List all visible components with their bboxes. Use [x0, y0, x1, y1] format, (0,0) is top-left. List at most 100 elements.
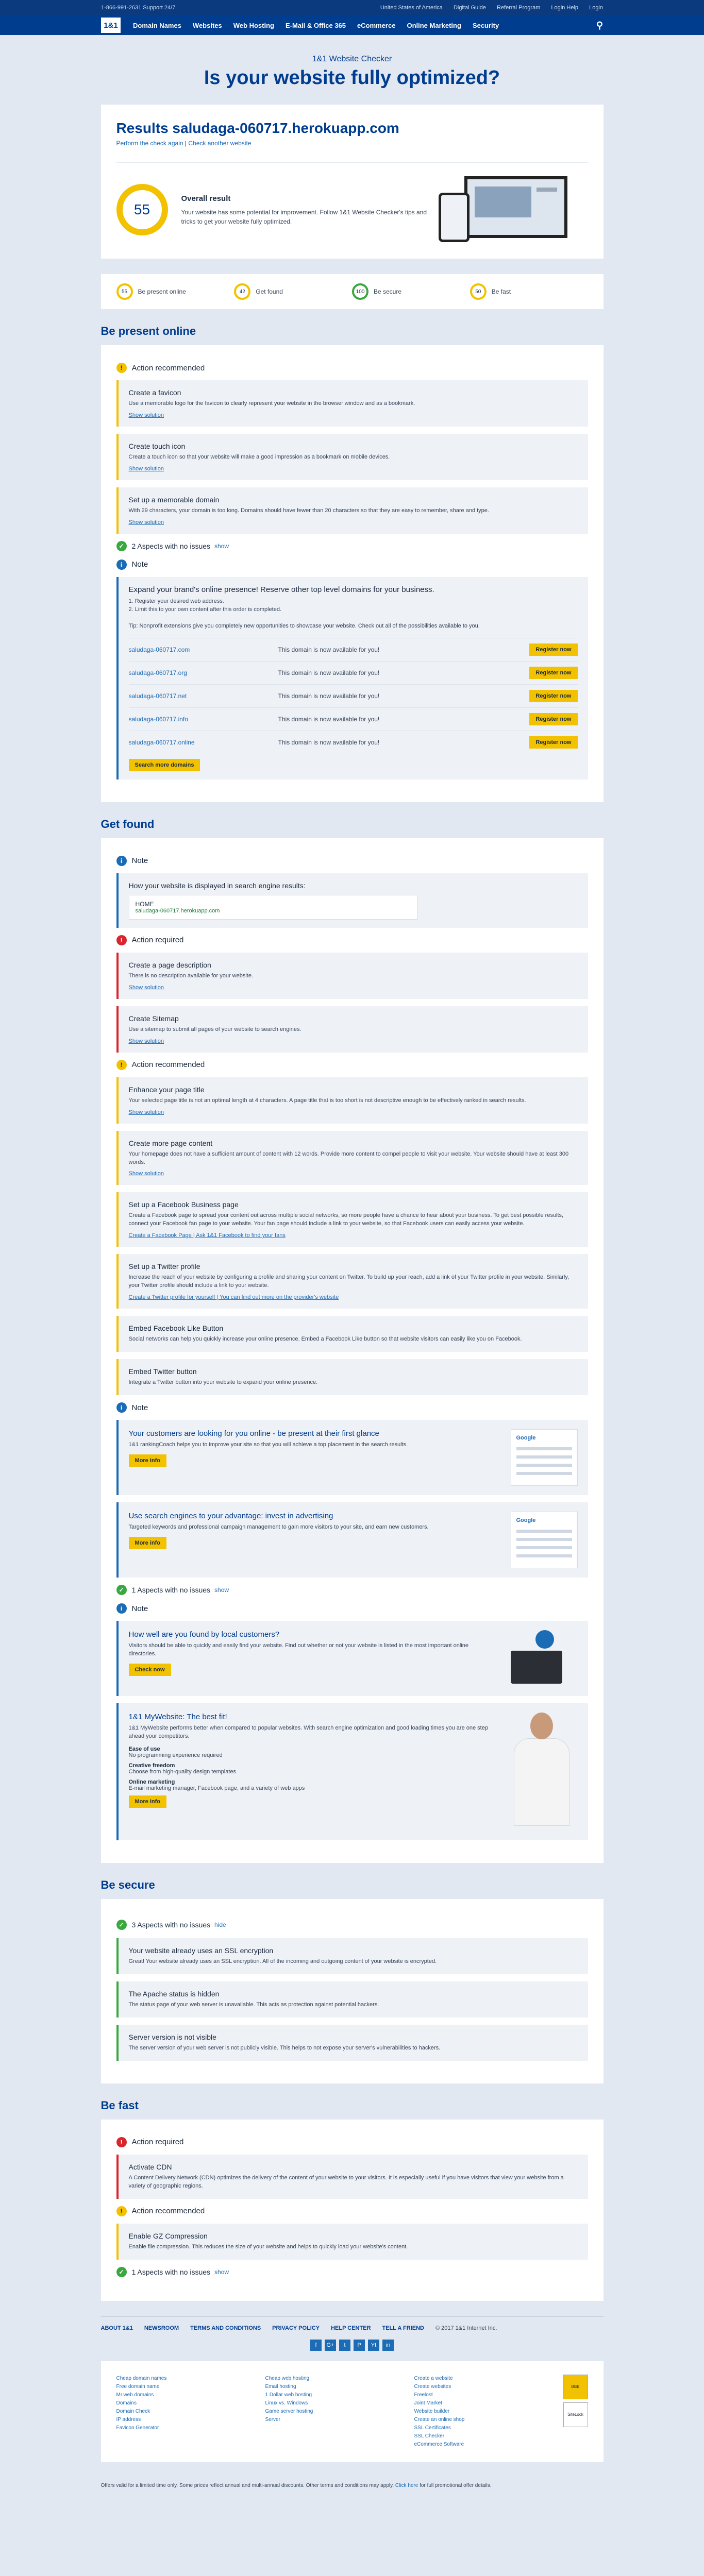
- nav-ecommerce[interactable]: eCommerce: [357, 22, 395, 29]
- login-link[interactable]: Login: [589, 5, 603, 11]
- footer-link[interactable]: Website builder: [414, 2408, 563, 2416]
- search-icon[interactable]: ⚲: [596, 20, 603, 31]
- fine-print-link[interactable]: Click here: [395, 2483, 418, 2488]
- referral-link[interactable]: Referral Program: [497, 5, 540, 11]
- check-now-button[interactable]: Check now: [128, 1663, 171, 1676]
- footer-link-about[interactable]: ABOUT 1&1: [101, 2325, 133, 2331]
- footer-link[interactable]: SSL Certificates: [414, 2424, 563, 2432]
- nav-online-marketing[interactable]: Online Marketing: [407, 22, 461, 29]
- footer-link[interactable]: Mr.web domains: [116, 2391, 265, 2399]
- footer-link[interactable]: Domain Check: [116, 2408, 265, 2416]
- footer-link[interactable]: Joint Market: [414, 2399, 563, 2408]
- feature-item: Creative freedom Choose from high-quality…: [129, 1762, 490, 1775]
- bbb-badge[interactable]: BBB: [563, 2374, 588, 2399]
- register-button[interactable]: Register now: [529, 713, 578, 725]
- footer-link-privacy[interactable]: PRIVACY POLICY: [272, 2325, 320, 2331]
- nav-web-hosting[interactable]: Web Hosting: [233, 22, 274, 29]
- show-toggle[interactable]: show: [214, 543, 229, 550]
- register-button[interactable]: Register now: [529, 643, 578, 656]
- register-button[interactable]: Register now: [529, 736, 578, 749]
- facebook-links[interactable]: Create a Facebook Page | Ask 1&1 Faceboo…: [129, 1232, 286, 1239]
- footer-link[interactable]: Linux vs. Windows: [265, 2399, 414, 2408]
- show-solution-link[interactable]: Show solution: [129, 985, 164, 991]
- show-solution-link[interactable]: Show solution: [129, 1171, 164, 1177]
- summary-present[interactable]: 55 Be present online: [116, 283, 234, 300]
- google-plus-icon[interactable]: G+: [325, 2339, 336, 2351]
- domain-row: saludaga-060717.online This domain is now…: [128, 730, 578, 754]
- digital-guide-link[interactable]: Digital Guide: [454, 5, 486, 11]
- more-info-button[interactable]: More info: [128, 1795, 166, 1808]
- sitelock-badge[interactable]: SiteLock: [563, 2402, 588, 2427]
- footer-link[interactable]: 1 Dollar web hosting: [265, 2391, 414, 2399]
- summary-score-ring: 42: [234, 283, 251, 300]
- summary-found[interactable]: 42 Get found: [234, 283, 352, 300]
- country-selector[interactable]: United States of America: [380, 5, 443, 11]
- footer-link[interactable]: Create an online shop: [414, 2416, 563, 2424]
- domain-availability: This domain is now available for you!: [278, 646, 380, 653]
- passed-text: Great! Your website already uses an SSL …: [128, 1958, 437, 1965]
- login-help-link[interactable]: Login Help: [551, 5, 578, 11]
- twitter-links[interactable]: Create a Twitter profile for yourself | …: [129, 1294, 339, 1300]
- nav-email-office[interactable]: E-Mail & Office 365: [286, 22, 346, 29]
- footer-link[interactable]: eCommerce Software: [414, 2441, 563, 2449]
- link-separator: |: [185, 140, 187, 147]
- pinterest-icon[interactable]: P: [354, 2339, 365, 2351]
- google-label: Google: [516, 1435, 536, 1442]
- fast-card: ! Action required Activate CDN A Content D…: [100, 2119, 604, 2301]
- more-info-button[interactable]: More info: [128, 1454, 166, 1467]
- phone-illustration: [438, 193, 470, 242]
- support-phone[interactable]: 1-866-991-2631 Support 24/7: [101, 5, 175, 11]
- error-icon: !: [116, 2137, 127, 2147]
- domain-row: saludaga-060717.org This domain is now av…: [128, 660, 578, 684]
- footer-link[interactable]: Domains: [116, 2399, 265, 2408]
- search-more-domains-button[interactable]: Search more domains: [128, 758, 200, 771]
- passed-item: Your website already uses an SSL encrypt…: [116, 1938, 588, 1974]
- footer-link-newsroom[interactable]: NEWSROOM: [144, 2325, 179, 2331]
- show-solution-link[interactable]: Show solution: [129, 519, 164, 526]
- footer-link[interactable]: Email hosting: [265, 2383, 414, 2391]
- hide-toggle[interactable]: hide: [214, 1921, 226, 1928]
- youtube-icon[interactable]: Yt: [368, 2339, 379, 2351]
- show-solution-link[interactable]: Show solution: [129, 1109, 164, 1115]
- check-another-link[interactable]: Check another website: [188, 140, 251, 147]
- footer-link[interactable]: Game server hosting: [265, 2408, 414, 2416]
- domain-availability: This domain is now available for you!: [278, 692, 380, 700]
- show-solution-link[interactable]: Show solution: [129, 466, 164, 472]
- footer-link[interactable]: Server: [265, 2416, 414, 2424]
- nav-websites[interactable]: Websites: [193, 22, 222, 29]
- footer-link[interactable]: IP address: [116, 2416, 265, 2424]
- recheck-link[interactable]: Perform the check again: [116, 140, 183, 147]
- show-solution-link[interactable]: Show solution: [129, 1038, 164, 1044]
- score-ring: 55: [116, 184, 168, 235]
- nav-domain-names[interactable]: Domain Names: [133, 22, 181, 29]
- nav-security[interactable]: Security: [473, 22, 499, 29]
- section-title-secure: Be secure: [100, 1878, 155, 1892]
- facebook-icon[interactable]: f: [310, 2339, 322, 2351]
- show-solution-link[interactable]: Show solution: [129, 412, 164, 418]
- footer-link-tell-friend[interactable]: TELL A FRIEND: [382, 2325, 424, 2331]
- footer-link[interactable]: Cheap domain names: [116, 2375, 265, 2383]
- summary-secure[interactable]: 100 Be secure: [352, 283, 470, 300]
- register-button[interactable]: Register now: [529, 666, 578, 679]
- linkedin-icon[interactable]: in: [382, 2339, 394, 2351]
- twitter-icon[interactable]: t: [339, 2339, 350, 2351]
- more-info-button[interactable]: More info: [128, 1537, 166, 1549]
- footer-link[interactable]: Create websites: [414, 2383, 563, 2391]
- logo[interactable]: 1&1: [101, 18, 121, 33]
- register-button[interactable]: Register now: [529, 689, 578, 702]
- promo-text: Targeted keywords and professional campa…: [128, 1524, 429, 1531]
- footer-link[interactable]: Freelost: [414, 2391, 563, 2399]
- footer-link[interactable]: Cheap web hosting: [265, 2375, 414, 2383]
- show-toggle[interactable]: show: [214, 2268, 229, 2276]
- show-toggle[interactable]: show: [214, 1586, 229, 1594]
- footer-link-help[interactable]: HELP CENTER: [331, 2325, 371, 2331]
- footer-link[interactable]: Create a website: [414, 2375, 563, 2383]
- footer-link[interactable]: SSL Checker: [414, 2432, 563, 2441]
- footer-link[interactable]: Favicon Generator: [116, 2424, 265, 2432]
- section-title-present: Be present online: [100, 325, 196, 337]
- issue-title: Create more page content: [128, 1139, 213, 1147]
- footer-link[interactable]: Free domain name: [116, 2383, 265, 2391]
- action-recommended-heading: ! Action recommended: [116, 1059, 588, 1070]
- summary-fast[interactable]: 50 Be fast: [470, 283, 588, 300]
- footer-link-terms[interactable]: TERMS AND CONDITIONS: [190, 2325, 261, 2331]
